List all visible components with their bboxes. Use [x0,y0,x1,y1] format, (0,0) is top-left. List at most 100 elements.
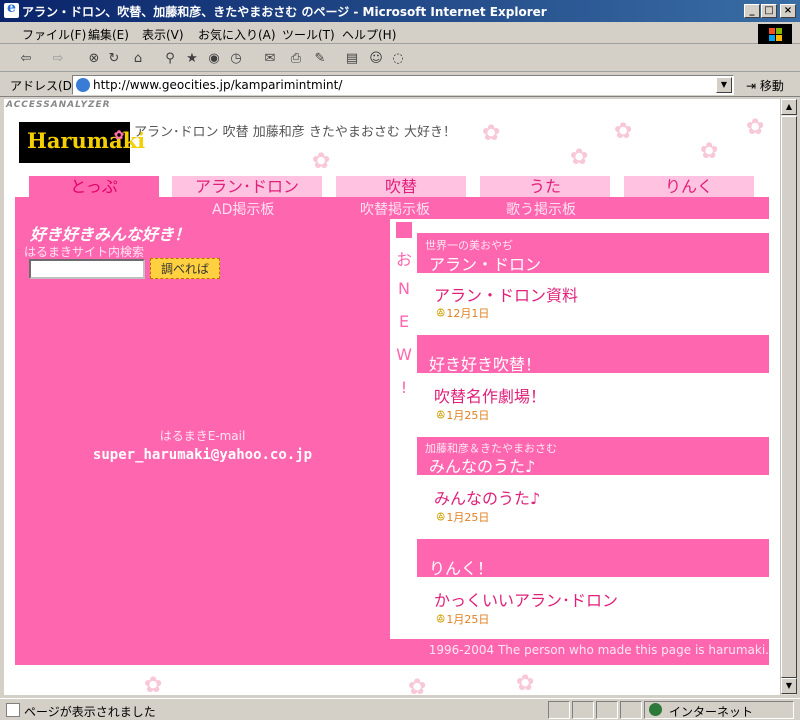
news-date: ꔮ1月25日 [436,611,489,627]
vertical-scrollbar[interactable]: ▲ ▼ [780,99,797,695]
maximize-button[interactable]: □ [761,4,777,18]
print-icon[interactable]: ⎙ [288,51,304,67]
scroll-down-icon[interactable]: ▼ [781,678,797,694]
subnav-ad-board[interactable]: AD掲示板 [212,199,274,219]
new-char: E [398,312,410,331]
menu-file[interactable]: ファイル(F) [22,26,86,43]
sakura-icon: ✿ [614,119,633,144]
window-title: アラン・ドロン、吹替、加藤和彦、きたやまおさむ のページ - Microsoft… [22,5,547,19]
address-input[interactable]: http://www.geocities.jp/kamparimintmint/… [72,75,734,95]
go-arrow-icon: ⇥ [746,79,757,93]
news-date: ꔮ1月25日 [436,407,489,423]
news-link[interactable]: アラン・ドロン資料 [434,282,578,306]
email-link[interactable]: super_harumaki@yahoo.co.jp [15,447,390,463]
sakura-icon: ✿ [482,121,501,146]
status-cell [620,701,642,719]
sakura-icon: ✿ [570,145,589,170]
menu-favorites[interactable]: お気に入り(A) [198,26,276,43]
media-icon[interactable]: ◉ [206,51,222,67]
site-logo: Harumaki [19,122,145,163]
new-char: N [398,279,410,298]
messenger-icon[interactable]: ☺ [368,51,384,67]
section-title: りんく！ [429,559,494,578]
tab-uta[interactable]: うた [480,176,610,198]
mail-icon[interactable]: ✉ [262,51,278,67]
stop-icon[interactable]: ⊗ [86,51,102,67]
ie-app-icon [4,0,19,18]
site-tagline: アラン･ドロン 吹替 加藤和彦 きたやまおさむ 大好き！ [134,125,457,140]
windows-logo-icon [758,24,792,44]
subnav-uta-board[interactable]: 歌う掲示板 [506,199,576,219]
go-button[interactable]: ⇥ 移動 [746,77,784,94]
section-header: 好き好き吹替！ [417,335,769,374]
bunny-icon: ꔮ [436,408,446,422]
new-marker-icon [396,222,412,238]
page-icon [76,78,90,92]
scroll-up-icon[interactable]: ▲ [781,99,797,115]
close-button[interactable]: × [780,4,796,18]
go-label: 移動 [759,79,784,93]
menu-tools[interactable]: ツール(T) [282,26,335,43]
page-status-icon [6,703,20,717]
tab-fukikae[interactable]: 吹替 [336,176,466,198]
toolbar: ⇦ ⇨ ⊗ ↻ ⌂ ⚲ ★ ◉ ◷ ✉ ⎙ ✎ ▤ ☺ ◌ [0,46,800,72]
home-icon[interactable]: ⌂ [130,51,146,67]
address-label: アドレス(D) [10,79,77,93]
zone-cell: インターネット [644,701,794,719]
forward-icon[interactable]: ⇨ [50,51,66,67]
new-char: お [395,250,412,269]
search-icon[interactable]: ⚲ [162,51,178,67]
subnav-fukikae-board[interactable]: 吹替掲示板 [360,199,430,219]
email-label: はるまきE-mail [159,429,246,443]
scroll-thumb[interactable] [781,116,797,678]
menu-view[interactable]: 表示(V) [142,26,184,43]
news-date-text: 1月25日 [446,613,490,626]
tab-links[interactable]: りんく [624,176,754,198]
sakura-icon: ✿ [144,673,163,696]
section-title: アラン・ドロン [429,255,542,274]
section-header: 加藤和彦＆きたやまおさむ みんなのうた♪ [417,437,769,476]
news-link[interactable]: 吹替名作劇場！ [434,383,546,407]
news-date-text: 1月25日 [446,409,490,422]
bunny-icon: ꔮ [436,306,446,320]
status-cell [596,701,618,719]
status-text: ページが表示されました [24,705,156,719]
menu-help[interactable]: ヘルプ(H) [342,26,396,43]
title-bar: アラン・ドロン、吹替、加藤和彦、きたやまおさむ のページ - Microsoft… [0,0,800,22]
new-char: ! [400,378,408,397]
address-url: http://www.geocities.jp/kamparimintmint/ [93,78,343,92]
minimize-button[interactable]: _ [744,4,760,18]
news-link[interactable]: かっくいいアラン･ドロン [434,587,618,611]
access-analyzer-badge[interactable]: ACCESSANALYZER [6,100,111,110]
news-date: ꔮ1月25日 [436,509,489,525]
back-icon[interactable]: ⇦ [18,51,34,67]
sakura-icon: ✿ [700,139,719,164]
news-date: ꔮ12月1日 [436,305,489,321]
favorites-icon[interactable]: ★ [184,51,200,67]
site-search-input[interactable] [29,259,145,279]
section-header: 世界一の美おやぢ アラン・ドロン [417,233,769,274]
research-icon[interactable]: ◌ [390,51,406,67]
status-cell [548,701,570,719]
zone-text: インターネット [669,705,754,719]
new-vertical-label: お N E W ! [394,222,414,411]
refresh-icon[interactable]: ↻ [106,51,122,67]
tab-alain-delon[interactable]: アラン･ドロン [172,176,322,198]
edit-icon[interactable]: ✎ [312,51,328,67]
discuss-icon[interactable]: ▤ [344,51,360,67]
news-link[interactable]: みんなのうた♪ [434,485,540,509]
site-search-label: はるまきサイト内検索 [24,245,145,259]
menu-edit[interactable]: 編集(E) [88,26,129,43]
site-search-button[interactable]: 調べれば [150,258,220,279]
sakura-icon: ✿ [408,675,427,696]
section-title: みんなのうた♪ [429,457,536,476]
history-icon[interactable]: ◷ [228,51,244,67]
page-viewport[interactable]: ✿ ✿ ✿ ✿ ✿ ✿ ✿ ✿ ✿ ACCESSANALYZER Harumak… [4,99,780,695]
page-footer: 1996-2004 The person who made this page … [428,643,769,657]
address-dropdown-icon[interactable]: ▼ [716,77,732,93]
news-date-text: 1月25日 [446,511,490,524]
tab-top[interactable]: とっぷ [29,176,159,198]
status-bar: ページが表示されました インターネット [0,698,800,720]
new-char: W [396,345,412,364]
globe-icon [649,703,662,716]
